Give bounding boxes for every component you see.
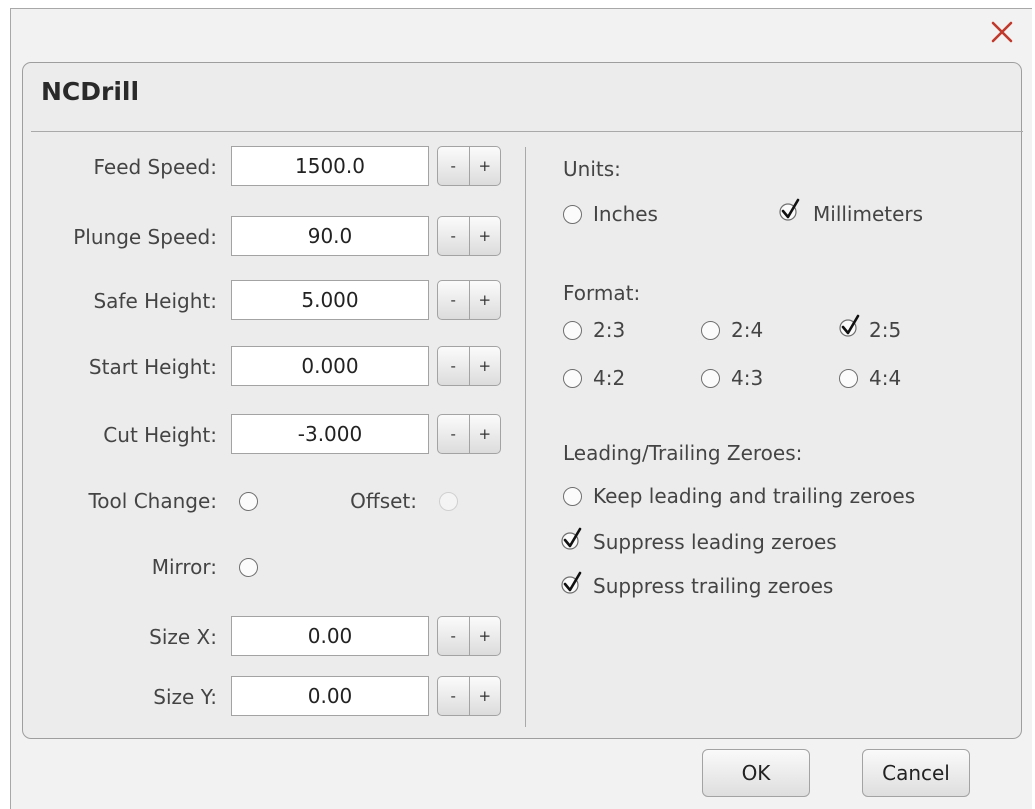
size-y-input[interactable] [231, 676, 429, 716]
size-x-stepper[interactable]: - + [437, 616, 501, 656]
format-2-4-radio[interactable] [701, 321, 720, 340]
tool-change-label: Tool Change: [88, 489, 217, 513]
mirror-toggle[interactable] [239, 558, 258, 577]
ok-button[interactable]: OK [702, 749, 810, 797]
size-y-decrement-button[interactable]: - [438, 677, 469, 715]
feed-speed-decrement-button[interactable]: - [438, 147, 469, 185]
format-4-4-label: 4:4 [869, 366, 902, 390]
size-y-label: Size Y: [153, 685, 217, 709]
start-height-label: Start Height: [88, 355, 217, 379]
plunge-speed-input[interactable] [231, 216, 429, 256]
zeroes-label: Leading/Trailing Zeroes: [563, 441, 803, 465]
units-millimeters-label: Millimeters [813, 202, 924, 226]
format-4-3-label: 4:3 [731, 366, 764, 390]
start-height-increment-button[interactable]: + [468, 347, 501, 385]
offset-label: Offset: [350, 489, 417, 513]
feed-speed-input[interactable] [231, 146, 429, 186]
safe-height-input[interactable] [231, 280, 429, 320]
suppress-trailing-label: Suppress trailing zeroes [593, 574, 834, 598]
suppress-trailing-checkmark-icon[interactable] [561, 571, 583, 595]
start-height-stepper[interactable]: - + [437, 346, 501, 386]
format-4-2-label: 4:2 [593, 366, 626, 390]
format-4-4-radio[interactable] [839, 369, 858, 388]
format-2-4-label: 2:4 [731, 318, 764, 342]
plunge-speed-label: Plunge Speed: [73, 225, 217, 249]
suppress-leading-checkmark-icon[interactable] [561, 527, 583, 551]
cut-height-decrement-button[interactable]: - [438, 415, 469, 453]
mirror-label: Mirror: [151, 555, 217, 579]
size-y-increment-button[interactable]: + [468, 677, 501, 715]
feed-speed-increment-button[interactable]: + [468, 147, 501, 185]
column-divider [525, 147, 526, 727]
format-2-3-radio[interactable] [563, 321, 582, 340]
size-x-decrement-button[interactable]: - [438, 617, 469, 655]
cancel-button[interactable]: Cancel [862, 749, 970, 797]
safe-height-decrement-button[interactable]: - [438, 281, 469, 319]
cut-height-stepper[interactable]: - + [437, 414, 501, 454]
format-2-5-checkmark-icon[interactable] [839, 314, 861, 338]
close-icon [991, 21, 1013, 43]
suppress-leading-label: Suppress leading zeroes [593, 530, 837, 554]
plunge-speed-decrement-button[interactable]: - [438, 217, 469, 255]
keep-zeroes-label: Keep leading and trailing zeroes [593, 484, 916, 508]
format-label: Format: [563, 281, 641, 305]
format-2-5-label: 2:5 [869, 318, 902, 342]
size-x-input[interactable] [231, 616, 429, 656]
plunge-speed-increment-button[interactable]: + [468, 217, 501, 255]
feed-speed-stepper[interactable]: - + [437, 146, 501, 186]
cut-height-input[interactable] [231, 414, 429, 454]
panel-title: NCDrill [41, 77, 140, 106]
cut-height-label: Cut Height: [103, 423, 217, 447]
plunge-speed-stepper[interactable]: - + [437, 216, 501, 256]
ncdrill-panel: NCDrill Feed Speed: - + Plunge Speed: - … [22, 62, 1023, 739]
safe-height-label: Safe Height: [93, 289, 217, 313]
format-4-3-radio[interactable] [701, 369, 720, 388]
tool-change-toggle[interactable] [239, 492, 258, 511]
size-x-label: Size X: [149, 625, 217, 649]
size-x-increment-button[interactable]: + [468, 617, 501, 655]
safe-height-stepper[interactable]: - + [437, 280, 501, 320]
size-y-stepper[interactable]: - + [437, 676, 501, 716]
start-height-decrement-button[interactable]: - [438, 347, 469, 385]
units-inches-label: Inches [593, 202, 658, 226]
safe-height-increment-button[interactable]: + [468, 281, 501, 319]
units-inches-radio[interactable] [563, 205, 582, 224]
start-height-input[interactable] [231, 346, 429, 386]
format-4-2-radio[interactable] [563, 369, 582, 388]
close-button[interactable] [985, 14, 1019, 50]
format-2-3-label: 2:3 [593, 318, 626, 342]
title-divider [31, 131, 1023, 132]
feed-speed-label: Feed Speed: [93, 155, 217, 179]
keep-zeroes-radio[interactable] [563, 487, 582, 506]
offset-toggle[interactable] [439, 492, 458, 511]
units-label: Units: [563, 157, 621, 181]
cut-height-increment-button[interactable]: + [468, 415, 501, 453]
units-millimeters-checkmark-icon[interactable] [779, 198, 801, 222]
